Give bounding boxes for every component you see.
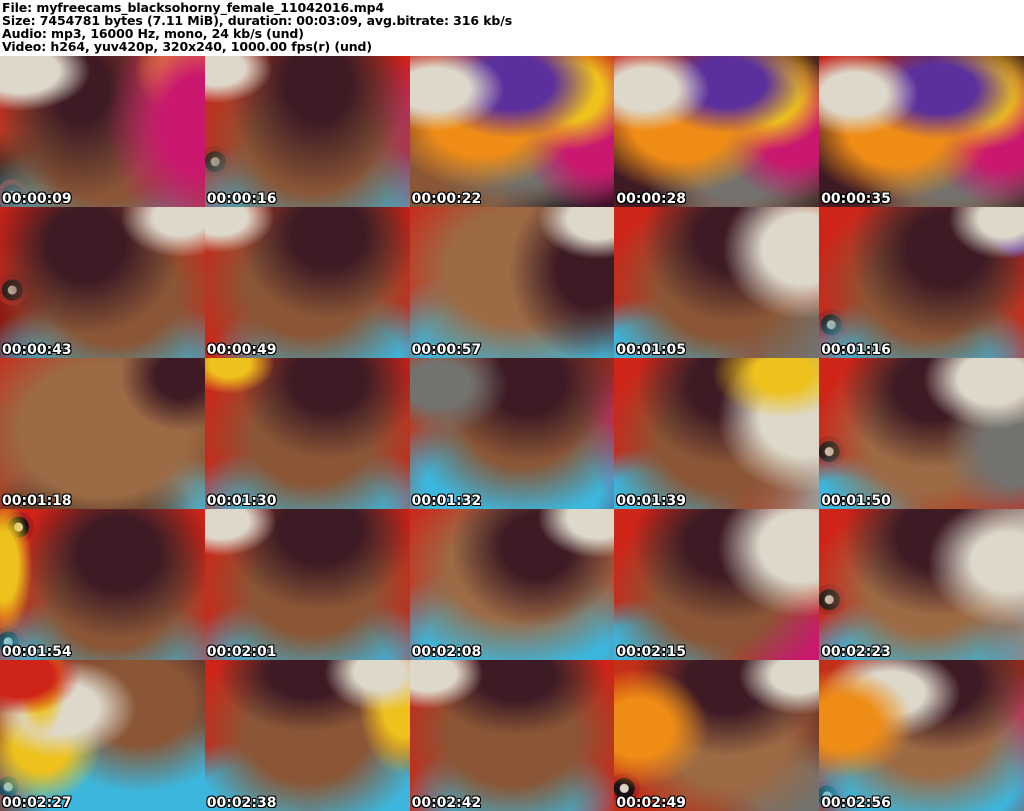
video-frame-thumbnail: 00:02:15 <box>614 509 820 660</box>
frame-timestamp: 00:00:16 <box>206 191 277 207</box>
frame-timestamp: 00:01:32 <box>411 493 482 509</box>
video-frame-thumbnail: 00:01:54 <box>0 509 205 660</box>
video-frame-thumbnail: 00:02:08 <box>409 509 615 660</box>
video-frame-thumbnail: 00:01:18 <box>0 358 205 509</box>
frame-timestamp: 00:00:35 <box>821 191 891 207</box>
frame-timestamp: 00:02:15 <box>616 644 687 660</box>
frame-timestamp: 00:01:16 <box>821 342 891 358</box>
thumbnail-grid: 00:00:09 00:00:16 00:00:22 00:00:28 00:0… <box>0 56 1024 811</box>
video-frame-thumbnail: 00:00:57 <box>409 207 615 358</box>
video-frame-thumbnail: 00:00:43 <box>0 207 205 358</box>
video-contact-sheet: File: myfreecams_blacksohorny_female_110… <box>0 0 1024 811</box>
frame-timestamp: 00:02:23 <box>821 644 891 660</box>
frame-timestamp: 00:02:49 <box>616 795 687 811</box>
video-frame-thumbnail: 00:02:56 <box>819 660 1024 811</box>
video-frame-thumbnail: 00:00:22 <box>409 56 615 207</box>
video-frame-thumbnail: 00:02:23 <box>819 509 1024 660</box>
frame-timestamp: 00:00:43 <box>2 342 72 358</box>
frame-timestamp: 00:00:28 <box>616 191 687 207</box>
frame-timestamp: 00:02:42 <box>411 795 482 811</box>
frame-timestamp: 00:01:50 <box>821 493 891 509</box>
video-frame-thumbnail: 00:01:39 <box>614 358 820 509</box>
video-frame-thumbnail: 00:00:49 <box>204 207 410 358</box>
video-frame-thumbnail: 00:01:32 <box>409 358 615 509</box>
video-frame-thumbnail: 00:02:27 <box>0 660 205 811</box>
video-frame-thumbnail: 00:01:05 <box>614 207 820 358</box>
video-frame-thumbnail: 00:00:16 <box>204 56 410 207</box>
frame-timestamp: 00:02:56 <box>821 795 891 811</box>
frame-timestamp: 00:01:39 <box>616 493 687 509</box>
video-frame-thumbnail: 00:01:16 <box>819 207 1024 358</box>
video-frame-thumbnail: 00:01:30 <box>204 358 410 509</box>
video-frame-thumbnail: 00:00:09 <box>0 56 205 207</box>
file-info-header: File: myfreecams_blacksohorny_female_110… <box>0 0 1024 56</box>
video-frame-thumbnail: 00:02:38 <box>204 660 410 811</box>
video-frame-thumbnail: 00:00:35 <box>819 56 1024 207</box>
video-info-line: Video: h264, yuv420p, 320x240, 1000.00 f… <box>2 39 373 54</box>
frame-timestamp: 00:00:22 <box>411 191 482 207</box>
frame-timestamp: 00:01:54 <box>2 644 72 660</box>
frame-timestamp: 00:02:01 <box>206 644 277 660</box>
video-frame-thumbnail: 00:01:50 <box>819 358 1024 509</box>
video-frame-thumbnail: 00:00:28 <box>614 56 820 207</box>
frame-timestamp: 00:01:05 <box>616 342 687 358</box>
frame-timestamp: 00:01:18 <box>2 493 72 509</box>
video-frame-thumbnail: 00:02:42 <box>409 660 615 811</box>
frame-timestamp: 00:00:09 <box>2 191 72 207</box>
frame-timestamp: 00:00:57 <box>411 342 482 358</box>
video-frame-thumbnail: 00:02:49 <box>614 660 820 811</box>
frame-timestamp: 00:02:27 <box>2 795 72 811</box>
frame-timestamp: 00:02:38 <box>206 795 277 811</box>
video-frame-thumbnail: 00:02:01 <box>204 509 410 660</box>
frame-timestamp: 00:00:49 <box>206 342 277 358</box>
frame-timestamp: 00:01:30 <box>206 493 277 509</box>
frame-timestamp: 00:02:08 <box>411 644 482 660</box>
